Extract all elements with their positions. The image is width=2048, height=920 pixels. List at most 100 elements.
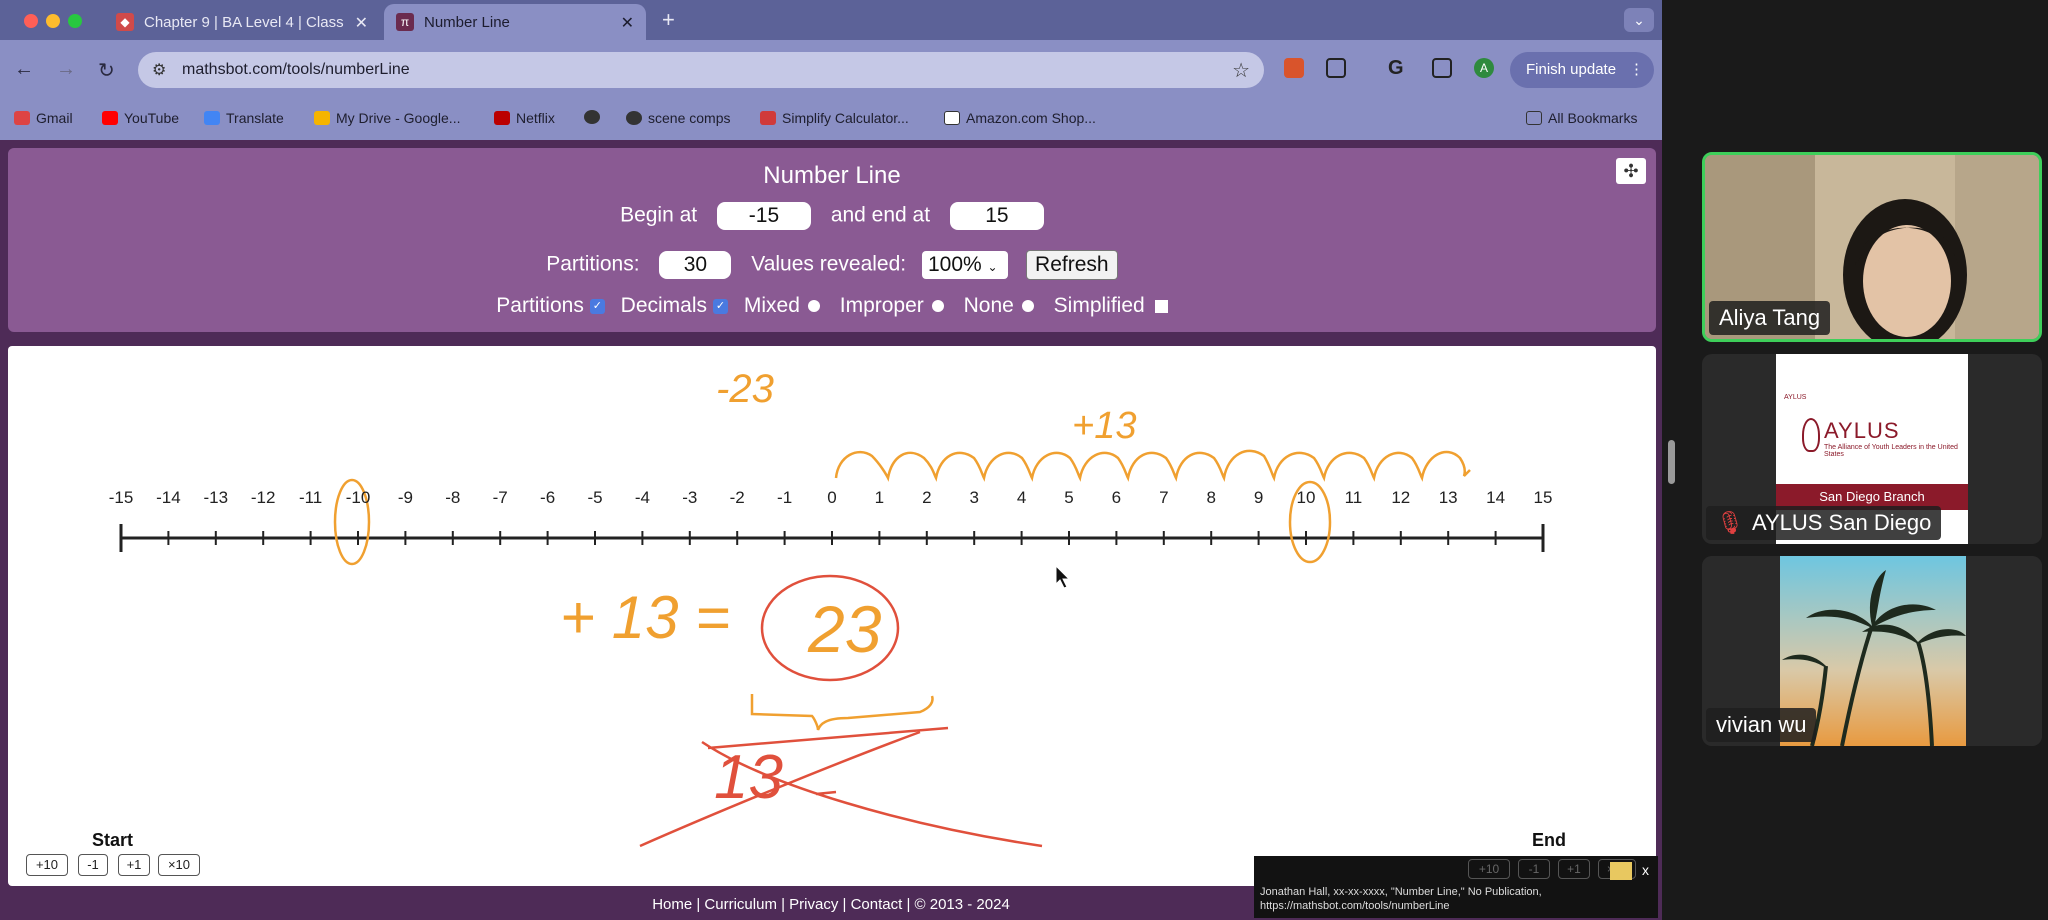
- all-bookmarks[interactable]: All Bookmarks: [1526, 110, 1637, 126]
- chevron-down-icon[interactable]: ⌄: [1624, 8, 1654, 32]
- tick-label: -10: [345, 488, 371, 507]
- bookmark-label: scene comps: [648, 110, 731, 126]
- drive-icon: [314, 111, 330, 125]
- begin-input[interactable]: -15: [716, 202, 811, 230]
- tick-label: 13: [1438, 488, 1458, 507]
- bookmark-youtube[interactable]: YouTube: [102, 110, 179, 126]
- end-label: and end at: [830, 203, 931, 227]
- mixed-radio[interactable]: [807, 300, 820, 313]
- youtube-icon: [102, 111, 118, 125]
- bookmark-globe[interactable]: [584, 110, 606, 124]
- participant-tile-vivian[interactable]: vivian wu: [1702, 556, 2042, 746]
- back-icon[interactable]: ←: [14, 58, 34, 81]
- participant-name: AYLUS San Diego: [1751, 510, 1932, 535]
- end-input[interactable]: 15: [949, 202, 1044, 230]
- bookmark-scene-comps[interactable]: scene comps: [626, 110, 730, 126]
- close-tab-icon[interactable]: ✕: [355, 13, 368, 33]
- improper-radio[interactable]: [931, 300, 944, 313]
- new-tab-icon[interactable]: +: [662, 7, 675, 33]
- bookmark-netflix[interactable]: Netflix: [494, 110, 555, 126]
- tick-label: 5: [1064, 488, 1074, 507]
- tick-label: 0: [827, 488, 837, 507]
- values-revealed-select[interactable]: 100% ⌄: [921, 251, 1008, 279]
- values-revealed-value: 100%: [927, 253, 982, 276]
- aylus-tagline: The Alliance of Youth Leaders in the Uni…: [1824, 444, 1958, 458]
- tab-bar: ◆ Chapter 9 | BA Level 4 | Class ✕ π Num…: [0, 0, 1662, 40]
- partitions-label: Partitions:: [546, 252, 640, 276]
- aylus-small-text: AYLUS: [1784, 394, 1807, 401]
- start-times-ten-button[interactable]: ×10: [158, 854, 200, 876]
- avatar[interactable]: A: [1474, 58, 1494, 78]
- symbolab-icon: [760, 111, 776, 125]
- bookmark-label: Simplify Calculator...: [782, 110, 909, 126]
- tick-label: 11: [1344, 488, 1363, 507]
- start-plus-ten-button[interactable]: +10: [26, 854, 68, 876]
- site-info-icon[interactable]: ⚙: [152, 60, 166, 80]
- end-minus-one-button[interactable]: -1: [1518, 859, 1550, 879]
- tick-label: -14: [156, 488, 181, 507]
- partitions-input[interactable]: 30: [659, 251, 732, 279]
- participant-tile-aliya[interactable]: Aliya Tang: [1702, 152, 2042, 342]
- tick-label: 7: [1159, 488, 1169, 507]
- close-tab-icon[interactable]: ✕: [621, 13, 634, 33]
- folder-icon: [1526, 111, 1542, 125]
- start-plus-one-button[interactable]: +1: [118, 854, 150, 876]
- partitions-option-label: Partitions: [496, 294, 584, 317]
- forward-icon[interactable]: →: [56, 58, 76, 81]
- number-line-controls: Number Line ✣ Begin at -15 and end at 15…: [8, 148, 1656, 332]
- bookmark-label: Netflix: [516, 110, 555, 126]
- close-window-button[interactable]: [24, 14, 38, 28]
- more-vert-icon[interactable]: ⋮: [1629, 52, 1644, 88]
- globe-icon: [584, 110, 600, 124]
- none-radio[interactable]: [1021, 300, 1034, 313]
- google-icon[interactable]: G: [1388, 58, 1408, 78]
- mic-muted-icon: 🎙︎: [1716, 510, 1744, 535]
- reload-icon[interactable]: ↻: [98, 58, 115, 83]
- end-label: End: [1532, 830, 1566, 850]
- tick-label: -15: [108, 488, 134, 507]
- start-minus-one-button[interactable]: -1: [78, 854, 108, 876]
- tab-number-line[interactable]: π Number Line ✕: [384, 4, 646, 40]
- bookmark-label: Translate: [226, 110, 284, 126]
- equation-right-text: 23: [807, 592, 882, 666]
- side-panel-icon[interactable]: [1432, 58, 1452, 78]
- equation-left-text: + 13 =: [560, 584, 730, 651]
- bookmark-simplify-calculator[interactable]: Simplify Calculator...: [760, 110, 909, 126]
- minimize-window-button[interactable]: [46, 14, 60, 28]
- gmail-icon: [14, 111, 30, 125]
- bookmark-gmail[interactable]: Gmail: [14, 110, 73, 126]
- bookmark-translate[interactable]: Translate: [204, 110, 284, 126]
- tool-title: Number Line: [763, 162, 901, 189]
- maximize-window-button[interactable]: [68, 14, 82, 28]
- extension-icon[interactable]: [1284, 58, 1304, 78]
- bookmark-label: YouTube: [124, 110, 180, 126]
- tab-title: Chapter 9 | BA Level 4 | Class: [144, 13, 344, 31]
- participant-tile-aylus[interactable]: AYLUS AYLUS The Alliance of Youth Leader…: [1702, 354, 2042, 544]
- none-option-label: None: [963, 294, 1014, 317]
- pi-favicon-icon: π: [396, 13, 414, 31]
- end-plus-ten-button[interactable]: +10: [1468, 859, 1510, 879]
- tab-favicon-icon: ◆: [116, 13, 134, 31]
- partitions-checkbox[interactable]: ✓: [589, 298, 605, 314]
- amazon-icon: [944, 111, 960, 125]
- tab-chapter-9[interactable]: ◆ Chapter 9 | BA Level 4 | Class ✕: [104, 4, 380, 40]
- refresh-button[interactable]: Refresh: [1025, 250, 1118, 280]
- bookmark-label: All Bookmarks: [1548, 110, 1638, 126]
- expand-icon[interactable]: ✣: [1616, 158, 1646, 184]
- simplified-checkbox[interactable]: [1154, 299, 1168, 313]
- address-bar[interactable]: ⚙ mathsbot.com/tools/numberLine ☆: [138, 52, 1264, 88]
- tick-label: -11: [298, 488, 323, 507]
- citation-close-icon[interactable]: x: [1642, 862, 1649, 878]
- finish-update-button[interactable]: Finish update ⋮: [1510, 52, 1654, 88]
- puzzle-icon[interactable]: [1326, 58, 1346, 78]
- bookmark-amazon[interactable]: Amazon.com Shop...: [944, 110, 1096, 126]
- bookmark-my-drive[interactable]: My Drive - Google...: [314, 110, 460, 126]
- decimals-checkbox[interactable]: ✓: [713, 298, 729, 314]
- scrollbar-thumb[interactable]: [1668, 440, 1675, 484]
- number-line-canvas[interactable]: -23 +13 + 13 = 23 13 -15 -14 -13 -12 -11…: [8, 346, 1656, 886]
- participant-name: vivian wu: [1706, 708, 1817, 742]
- decimals-option-label: Decimals: [620, 294, 708, 317]
- end-plus-one-button[interactable]: +1: [1558, 859, 1590, 879]
- bookmarks-bar: Gmail YouTube Translate My Drive - Googl…: [0, 100, 1662, 136]
- bookmark-star-icon[interactable]: ☆: [1232, 58, 1250, 83]
